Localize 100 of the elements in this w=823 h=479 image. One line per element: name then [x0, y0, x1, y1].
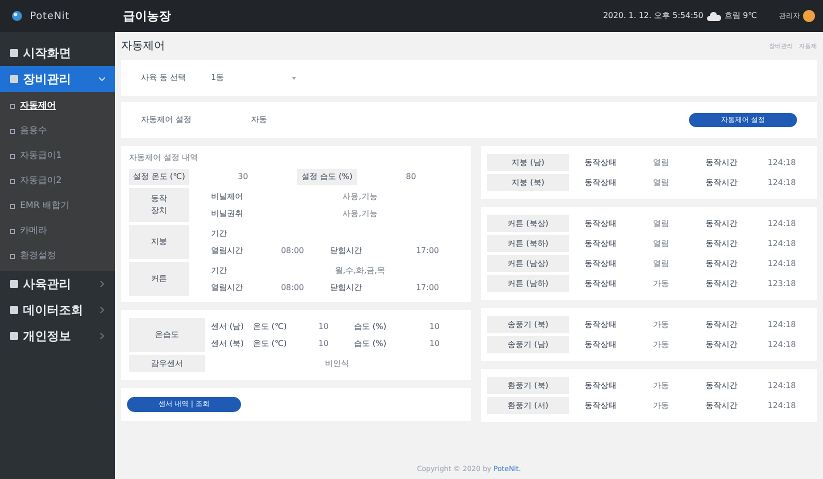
table-cell-text: 열림: [652, 238, 670, 250]
table-label: 설정 온도 (℃): [129, 169, 189, 185]
table-cell-text: 가동: [652, 278, 670, 290]
table-cell-text: 열림: [652, 156, 670, 168]
page-icon: [10, 204, 15, 209]
sidebar-item[interactable]: 시작화면: [0, 40, 115, 66]
table-label: 온습도: [129, 318, 205, 352]
submenu-item[interactable]: 자동급이2: [0, 169, 115, 194]
field-label: 사육 동 선택: [141, 72, 188, 84]
table-label: 동작상태: [583, 400, 618, 412]
table-cell-text: 124:18: [766, 400, 797, 412]
device-label: 커튼 (남상): [487, 255, 569, 272]
table-label: 동작상태: [583, 258, 618, 270]
field-value: 자동: [251, 114, 267, 126]
table-cell-text: 가동: [652, 338, 670, 350]
table-cell-text: 124:18: [766, 338, 797, 350]
weather-text: 흐림 9℃: [724, 10, 757, 22]
table-cell-text: 124:18: [766, 318, 797, 330]
table-cell-text: 124:18: [766, 380, 797, 392]
table-label: 온도 (℃): [253, 338, 288, 350]
barn-select[interactable]: 1동: [211, 69, 296, 87]
submenu-item[interactable]: 자동급이1: [0, 144, 115, 169]
menu-square-icon: [10, 306, 18, 314]
table-cell-text: 열림: [652, 218, 670, 230]
submenu-item[interactable]: 음용수: [0, 119, 115, 144]
table-cell-text: 08:00: [280, 244, 306, 256]
submenu-item[interactable]: 환경설정: [0, 244, 115, 269]
chevron-icon: [99, 333, 105, 339]
table-cell-text: 10: [317, 338, 330, 350]
table-label: 비닐권취: [211, 208, 244, 220]
table-cell-text: 가동: [652, 400, 670, 412]
device-label: 커튼 (남하): [487, 275, 569, 292]
table-label: 설정 습도 (%): [297, 169, 357, 185]
table-cell-text: 17:00: [414, 244, 440, 256]
field-label: 자동제어 설정: [141, 114, 193, 126]
logo-icon: [12, 11, 22, 21]
page-icon: [10, 229, 15, 234]
table-cell-text: 10: [428, 338, 441, 350]
table-cell-text: 비인식: [324, 358, 350, 370]
device-label: 환풍기 (서): [487, 397, 569, 414]
table-label: 동작상태: [583, 176, 618, 188]
avatar-icon: [803, 10, 815, 22]
table-label: 비닐제어: [211, 190, 244, 202]
table-cell-text: 월,수,화,금,목: [334, 264, 386, 276]
table-cell-text: 열림: [652, 258, 670, 270]
table-cell-text: 08:00: [280, 282, 306, 294]
table-cell-text: 124:18: [766, 156, 797, 168]
submenu-item[interactable]: EMR 배합기: [0, 194, 115, 219]
table-cell-text: 124:18: [766, 176, 797, 188]
table-label: 동작시간: [704, 258, 738, 270]
table-cell-text: 123:18: [766, 278, 797, 290]
table-cell-text: 80: [404, 171, 418, 183]
table-label: 열림시간: [211, 244, 244, 256]
page-icon: [10, 179, 15, 184]
table-label: 온도 (℃): [253, 320, 288, 332]
table-label: 감우센서: [129, 355, 205, 372]
sidebar-item[interactable]: 사육관리: [0, 271, 115, 297]
table-label: 동작시간: [704, 278, 738, 290]
menu-square-icon: [10, 332, 18, 340]
device-label: 송풍기 (남): [487, 336, 569, 353]
menu-square-icon: [10, 49, 18, 57]
sidebar-item[interactable]: 데이터조회: [0, 297, 115, 323]
table-label: 동작시간: [704, 380, 738, 392]
submenu-item[interactable]: 카메라: [0, 219, 115, 244]
table-label: 동작상태: [583, 218, 618, 230]
table-label: 동작상태: [583, 278, 618, 290]
dropdown-icon: [292, 76, 296, 80]
page-icon: [10, 254, 15, 259]
table-label: 닫힘시간: [330, 244, 363, 256]
page-icon: [10, 129, 15, 134]
table-label: 동작시간: [704, 238, 738, 250]
device-label: 지붕 (남): [487, 154, 569, 171]
header-title: 급이농장: [123, 8, 171, 25]
chevron-icon: [99, 307, 105, 313]
table-label: 습도 (%): [354, 320, 388, 332]
chevron-icon: [99, 281, 105, 287]
menu-square-icon: [10, 280, 18, 288]
brand-name: PoteNit: [30, 10, 70, 24]
table-label: 커튼: [129, 262, 189, 296]
sidebar-item[interactable]: 장비관리: [0, 66, 115, 92]
table-cell-text: 124:18: [766, 258, 797, 270]
device-label: 지붕 (북): [487, 174, 569, 191]
table-cell-text: 30: [236, 171, 250, 183]
table-label: 센서 (북): [211, 338, 245, 350]
sidebar-item[interactable]: 개인정보: [0, 323, 115, 349]
table-cell-text: 사용,기능: [342, 190, 378, 202]
table-label: 지붕: [129, 225, 189, 259]
date-time: 2020. 1. 12. 오후 5:54:50: [603, 10, 704, 22]
table-label: 동작시간: [704, 176, 738, 188]
device-label: 환풍기 (북): [487, 377, 569, 394]
table-label: 동작상태: [583, 380, 618, 392]
device-label: 커튼 (북하): [487, 235, 569, 252]
table-label: 동작 장치: [129, 188, 189, 222]
table-cell-text: 124:18: [766, 218, 797, 230]
table-cell-text: 가동: [652, 318, 670, 330]
table-label: 동작시간: [704, 400, 738, 412]
submenu-item[interactable]: 자동제어: [0, 94, 115, 119]
table-label: 기간: [211, 228, 228, 240]
table-cell-text: 10: [428, 320, 441, 332]
table-label: 동작상태: [583, 238, 618, 250]
